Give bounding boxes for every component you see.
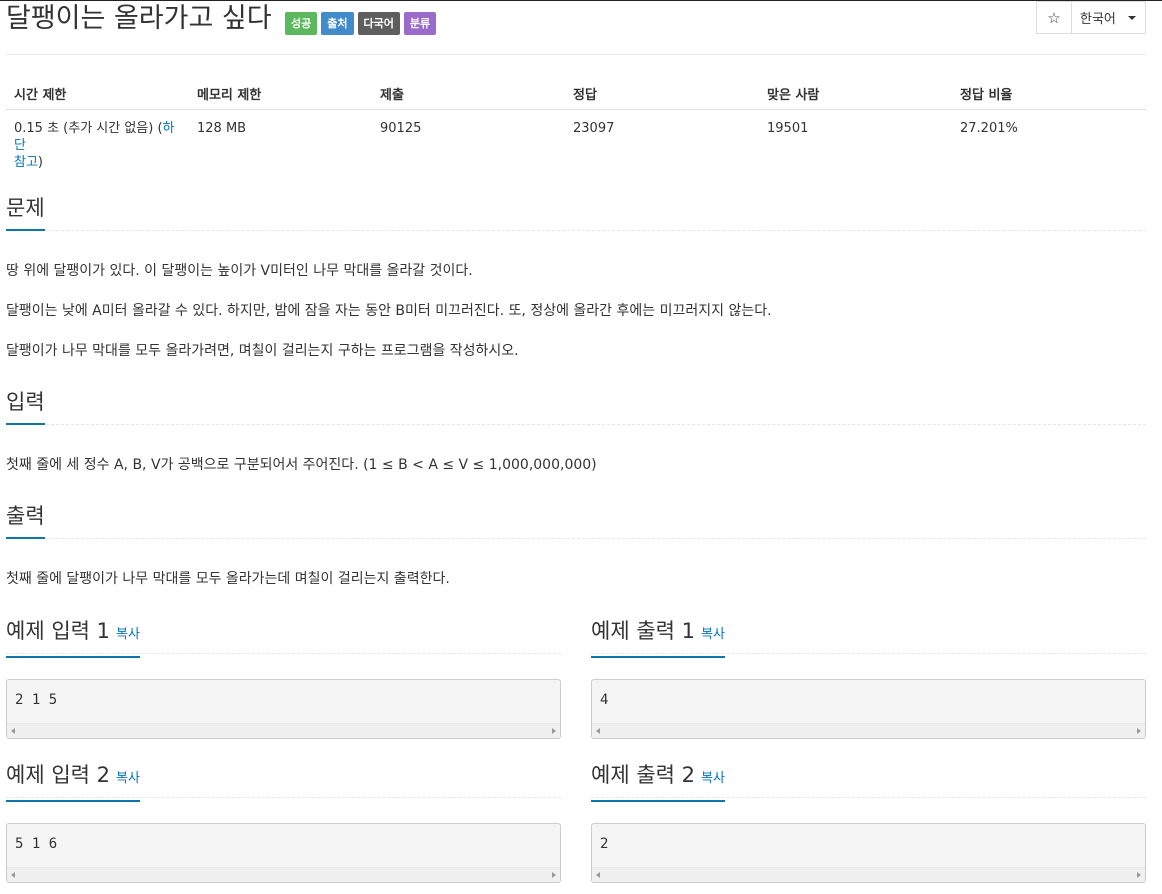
input-section-title: 입력: [6, 388, 45, 425]
sample-input-1-title: 예제 입력 1: [6, 619, 110, 643]
ratio-value: 27.201%: [960, 120, 1018, 136]
horizontal-scrollbar[interactable]: [7, 723, 560, 738]
input-description: 첫째 줄에 세 정수 A, B, V가 공백으로 구분되어서 주어진다. (1 …: [6, 457, 597, 473]
problem-title: 달팽이는 올라가고 싶다: [6, 3, 272, 34]
header-time-limit: 시간 제한: [6, 80, 189, 110]
header-solvers: 맞은 사람: [759, 80, 952, 110]
copy-button[interactable]: 복사: [701, 627, 725, 642]
label-success[interactable]: 성공: [285, 12, 318, 35]
header-memory-limit: 메모리 제한: [189, 80, 372, 110]
problem-paragraph: 달팽이가 나무 막대를 모두 올라가려면, 며칠이 걸리는지 구하는 프로그램을…: [6, 343, 519, 359]
problem-section-header: 문제: [6, 194, 1146, 231]
star-icon: ☆: [1047, 8, 1061, 27]
submissions-value: 90125: [380, 120, 422, 136]
scroll-left-icon[interactable]: [11, 728, 15, 734]
problem-paragraph: 땅 위에 달팽이가 있다. 이 달팽이는 높이가 V미터인 나무 막대를 올라갈…: [6, 263, 473, 279]
problem-paragraph: 달팽이는 낮에 A미터 올라갈 수 있다. 하지만, 밤에 잠을 자는 동안 B…: [6, 303, 772, 319]
horizontal-scrollbar[interactable]: [592, 867, 1145, 882]
scroll-right-icon[interactable]: [552, 872, 556, 878]
input-section-header: 입력: [6, 388, 1146, 425]
sample-input-1-code: 2 1 5: [15, 692, 58, 708]
copy-button[interactable]: 복사: [116, 771, 140, 786]
sample-output-1-code: 4: [600, 692, 609, 708]
info-header-row: 시간 제한 메모리 제한 제출 정답 맞은 사람 정답 비율: [6, 80, 1146, 110]
accepted-value: 23097: [573, 120, 615, 136]
star-button[interactable]: ☆: [1036, 1, 1072, 34]
time-limit-value: 0.15 초 (추가 시간 없음) (하단 참고): [14, 120, 175, 170]
scroll-right-icon[interactable]: [552, 728, 556, 734]
solvers-value: 19501: [767, 120, 809, 136]
label-category[interactable]: 분류: [403, 12, 437, 35]
problem-labels: 성공 출처 다국어 분류: [285, 12, 437, 35]
language-label: 한국어: [1080, 12, 1116, 27]
sample-output-2-header: 예제 출력 2 복사: [591, 761, 1146, 802]
sample-input-2-code: 5 1 6: [15, 836, 58, 852]
horizontal-scrollbar[interactable]: [592, 723, 1145, 738]
copy-button[interactable]: 복사: [116, 627, 140, 642]
problem-section-title: 문제: [6, 194, 45, 231]
info-value-row: 0.15 초 (추가 시간 없음) (하단 참고) 128 MB 90125 23…: [6, 109, 1146, 171]
header-accepted: 정답: [565, 80, 759, 110]
scroll-left-icon[interactable]: [596, 728, 600, 734]
problem-header: 달팽이는 올라가고 싶다 성공 출처 다국어 분류 ☆ 한국어: [6, 0, 1146, 55]
scroll-right-icon[interactable]: [1137, 728, 1141, 734]
header-buttons: ☆ 한국어: [1036, 1, 1146, 34]
sample-output-1-box[interactable]: 4: [591, 679, 1146, 739]
output-description: 첫째 줄에 달팽이가 나무 막대를 모두 올라가는데 며칠이 걸리는지 출력한다…: [6, 571, 450, 587]
sample-output-2-box[interactable]: 2: [591, 823, 1146, 883]
scroll-left-icon[interactable]: [596, 872, 600, 878]
output-section-title: 출력: [6, 502, 45, 539]
label-multilang[interactable]: 다국어: [357, 12, 400, 35]
scroll-right-icon[interactable]: [1137, 872, 1141, 878]
sample-output-2-code: 2: [600, 836, 609, 852]
chevron-down-icon: [1127, 15, 1136, 20]
scroll-left-icon[interactable]: [11, 872, 15, 878]
copy-button[interactable]: 복사: [701, 771, 725, 786]
sample-input-2-title: 예제 입력 2: [6, 763, 110, 787]
sample-input-2-box[interactable]: 5 1 6: [6, 823, 561, 883]
sample-output-1-title: 예제 출력 1: [591, 619, 695, 643]
label-source[interactable]: 출처: [321, 12, 354, 35]
sample-input-1-box[interactable]: 2 1 5: [6, 679, 561, 739]
header-ratio: 정답 비율: [952, 80, 1146, 110]
sample-output-2-title: 예제 출력 2: [591, 763, 695, 787]
language-dropdown[interactable]: 한국어: [1072, 1, 1146, 34]
problem-info-table: 시간 제한 메모리 제한 제출 정답 맞은 사람 정답 비율 0.15 초 (추…: [6, 80, 1146, 171]
output-section-header: 출력: [6, 502, 1146, 539]
sample-output-1-header: 예제 출력 1 복사: [591, 617, 1146, 658]
sample-input-1-header: 예제 입력 1 복사: [6, 617, 561, 658]
horizontal-scrollbar[interactable]: [7, 867, 560, 882]
sample-input-2-header: 예제 입력 2 복사: [6, 761, 561, 802]
memory-limit-value: 128 MB: [197, 120, 247, 136]
header-submissions: 제출: [372, 80, 565, 110]
